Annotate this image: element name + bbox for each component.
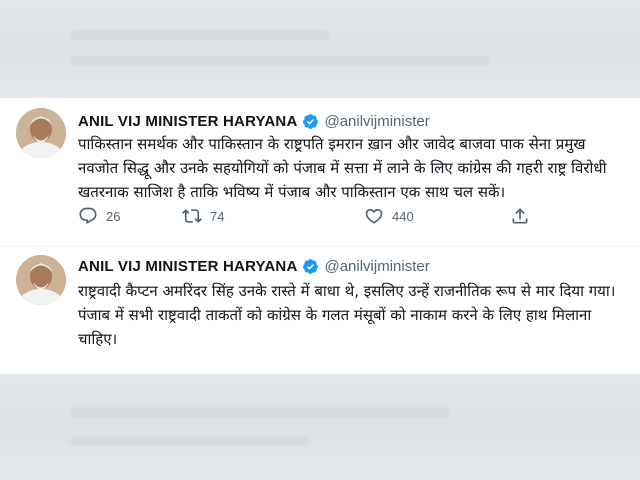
- avatar[interactable]: [16, 108, 66, 158]
- author-handle[interactable]: @anilvijminister: [324, 113, 429, 130]
- reply-icon: [79, 207, 97, 225]
- tweet-text: राष्ट्रवादी कैप्टन अमरिंदर सिंह उनके रास…: [78, 282, 616, 348]
- verified-badge-icon: [302, 258, 319, 275]
- tweet-card[interactable]: ANIL VIJ MINISTER HARYANA @anilvijminist…: [0, 246, 640, 375]
- retweet-count: 74: [210, 208, 225, 224]
- tweet-header: ANIL VIJ MINISTER HARYANA @anilvijminist…: [78, 110, 430, 132]
- tweet-actions: 26 74 440: [78, 206, 548, 230]
- blurred-background-top: [0, 0, 640, 98]
- like-button[interactable]: 440: [364, 206, 414, 226]
- retweet-button[interactable]: 74: [182, 206, 224, 226]
- retweet-icon: [182, 209, 202, 223]
- tweet-header: ANIL VIJ MINISTER HARYANA @anilvijminist…: [78, 255, 430, 277]
- author-name[interactable]: ANIL VIJ MINISTER HARYANA: [78, 113, 297, 130]
- author-name[interactable]: ANIL VIJ MINISTER HARYANA: [78, 258, 297, 275]
- verified-badge-icon: [302, 113, 319, 130]
- author-handle[interactable]: @anilvijminister: [324, 258, 429, 275]
- share-icon: [512, 208, 528, 224]
- like-count: 440: [392, 208, 414, 224]
- like-icon: [365, 208, 383, 224]
- reply-count: 26: [106, 208, 121, 224]
- tweet-text: पाकिस्तान समर्थक और पाकिस्तान के राष्ट्र…: [78, 135, 607, 201]
- tweet-card[interactable]: ANIL VIJ MINISTER HARYANA @anilvijminist…: [0, 98, 640, 246]
- blurred-background-bottom: [0, 374, 640, 480]
- share-button[interactable]: [510, 206, 530, 226]
- avatar[interactable]: [16, 255, 66, 305]
- reply-button[interactable]: 26: [78, 206, 120, 226]
